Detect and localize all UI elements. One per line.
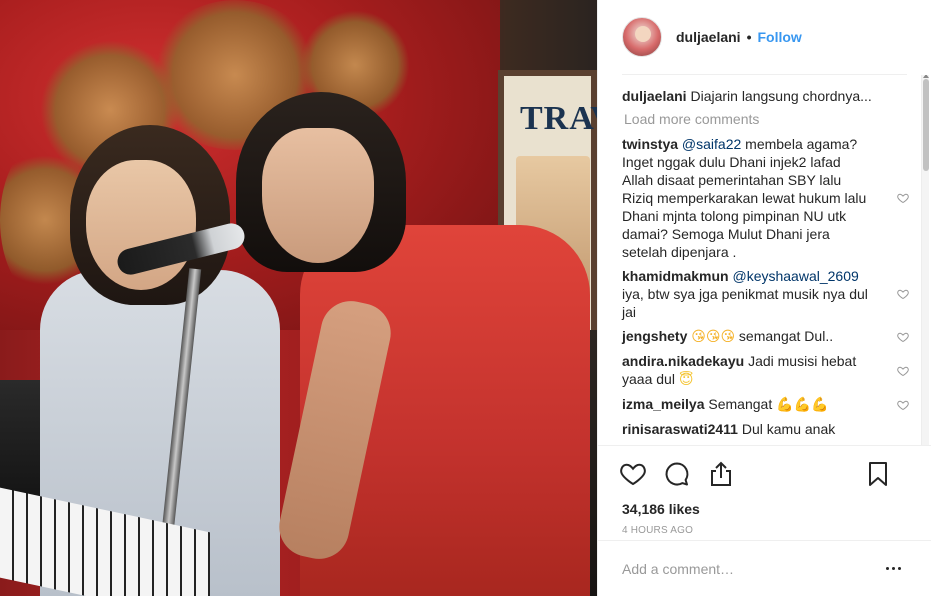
post-side-panel: duljaelani • Follow duljaelani Diajarin … [597,0,931,596]
likes-count[interactable]: 34,186 likes [598,501,931,521]
load-more-comments-button[interactable]: Load more comments [624,111,891,127]
heart-icon [620,463,646,485]
post-username[interactable]: duljaelani [676,29,741,45]
post-actions [598,445,931,501]
comment-username[interactable]: jengshety [622,328,687,344]
save-button[interactable] [863,459,893,489]
comment-like-heart-icon[interactable] [897,399,909,411]
comment-like-heart-icon[interactable] [897,365,909,377]
comment-text: Semangat [708,396,777,412]
comment-item: rinisaraswati2411 Dul kamu anak [622,420,891,438]
avatar[interactable] [622,17,662,57]
comments-list[interactable]: duljaelani Diajarin langsung chordnya...… [598,75,931,445]
comment-username[interactable]: izma_meilya [622,396,705,412]
scroll-up-icon[interactable] [923,75,929,78]
comment-item: twinstya @saifa22 membela agama? Inget n… [622,135,909,261]
comment-emoji: 💪💪💪 [776,397,829,413]
more-options-icon[interactable] [878,559,908,579]
bookmark-icon [869,462,887,486]
comment-username[interactable]: andira.nikadekayu [622,353,744,369]
comment-like-heart-icon[interactable] [897,331,909,343]
comment-mention[interactable]: @keyshaawal_2609 [732,268,858,284]
comment-like-heart-icon[interactable] [897,288,909,300]
separator-dot: • [746,29,752,45]
instagram-post-modal: TRAVE duljaelani • Follow [0,0,931,596]
comment-icon [665,462,689,485]
comment-emoji: 😇 [678,372,694,388]
share-button[interactable] [706,459,736,489]
comment-username[interactable]: twinstya [622,136,678,152]
comment-button[interactable] [662,459,692,489]
comment-text: Dul kamu anak [741,421,836,437]
person-right-face [262,128,374,263]
caption-text: Diajarin langsung chordnya... [690,88,872,104]
add-comment-bar [598,540,931,596]
comment-item: izma_meilya Semangat 💪💪💪 [622,395,909,414]
share-icon [711,461,731,486]
comments-scrollbar[interactable] [921,75,929,445]
comment-text: semangat Dul.. [735,328,834,344]
comment-emoji: 😘😘😘 [691,329,736,345]
follow-button[interactable]: Follow [757,29,801,45]
comment-like-heart-icon[interactable] [897,192,909,204]
comment-item: andira.nikadekayu Jadi musisi hebat yaaa… [622,352,909,389]
comment-input[interactable] [622,560,878,577]
scrollbar-thumb[interactable] [923,79,929,171]
comment-item: jengshety 😘😘😘 semangat Dul.. [622,327,909,346]
comment-mention[interactable]: @saifa22 [682,136,741,152]
comment-text: iya, btw sya jga penikmat musik nya dul … [622,286,868,320]
like-button[interactable] [618,459,648,489]
comment-username[interactable]: khamidmakmun [622,268,729,284]
comment-text: membela agama? Inget nggak dulu Dhani in… [622,136,867,260]
poster-title: TRAVE [520,100,597,137]
post-caption: duljaelani Diajarin langsung chordnya... [622,87,891,105]
post-photo[interactable]: TRAVE [0,0,597,596]
caption-username[interactable]: duljaelani [622,88,687,104]
comment-username[interactable]: rinisaraswati2411 [622,421,738,437]
comment-item: khamidmakmun @keyshaawal_2609 iya, btw s… [622,267,909,321]
post-header: duljaelani • Follow [598,0,931,74]
